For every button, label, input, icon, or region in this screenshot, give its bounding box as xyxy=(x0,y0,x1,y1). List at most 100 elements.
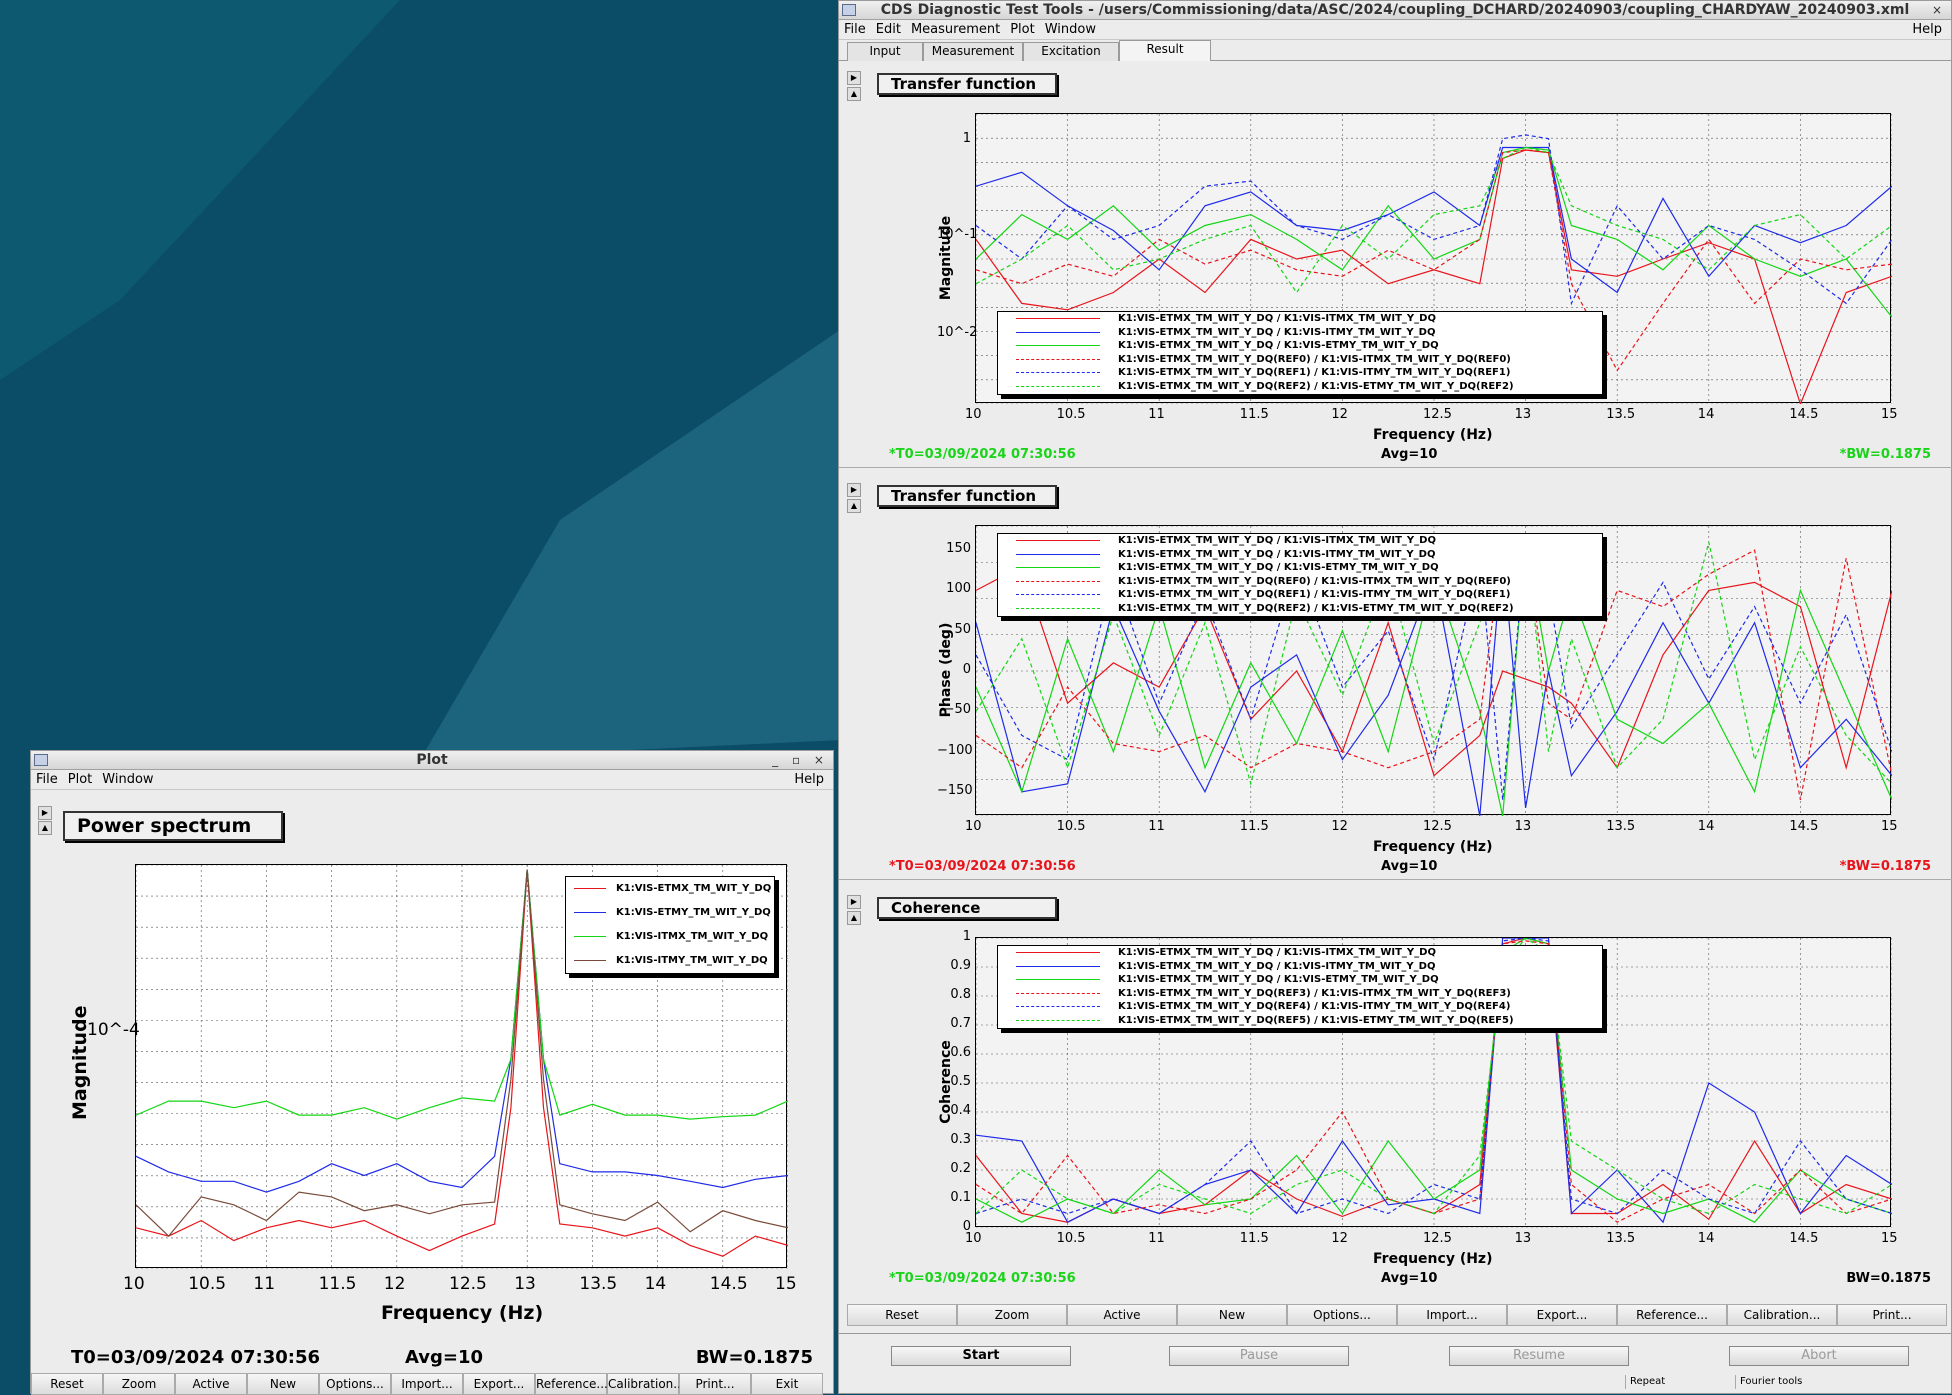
start-button[interactable]: Start xyxy=(891,1346,1071,1366)
tab-measurement[interactable]: Measurement xyxy=(923,42,1023,61)
main-button-bar: Reset Zoom Active New Options... Import.… xyxy=(847,1304,1947,1326)
legend-entry: K1:VIS-ETMX_TM_WIT_Y_DQ(REF1) / K1:VIS-I… xyxy=(998,588,1602,602)
info-avg: Avg=10 xyxy=(1381,859,1438,874)
export-button[interactable]: Export... xyxy=(1507,1304,1617,1326)
collapse-arrow-icon[interactable]: ▲ xyxy=(847,499,861,513)
y-tick-label: 1 xyxy=(962,131,971,147)
options-button[interactable]: Options... xyxy=(1287,1304,1397,1326)
collapse-arrow-icon[interactable]: ▲ xyxy=(847,87,861,101)
legend-entry: K1:VIS-ETMX_TM_WIT_Y_DQ / K1:VIS-ETMY_TM… xyxy=(998,973,1602,987)
x-tick-label: 11.5 xyxy=(318,1274,357,1294)
info-bw: BW=0.1875 xyxy=(1846,1271,1931,1286)
active-button[interactable]: Active xyxy=(1067,1304,1177,1326)
x-tick-label: 12.5 xyxy=(1423,407,1452,422)
x-tick-label: 15 xyxy=(1881,1231,1898,1246)
x-tick-label: 13.5 xyxy=(1606,819,1636,834)
legend-label: K1:VIS-ETMX_TM_WIT_Y_DQ(REF2) / K1:VIS-E… xyxy=(1118,602,1514,614)
y-axis-label: Magnitude xyxy=(938,215,954,301)
divider xyxy=(839,879,1952,880)
main-title-bar[interactable]: CDS Diagnostic Test Tools - /users/Commi… xyxy=(839,1,1951,20)
reset-button[interactable]: Reset xyxy=(31,1373,103,1395)
menu-file[interactable]: File xyxy=(839,20,871,40)
y-tick-label: 0 xyxy=(962,1219,971,1234)
diagnostic-test-tools-window: CDS Diagnostic Test Tools - /users/Commi… xyxy=(838,0,1952,1394)
x-tick-label: 11.5 xyxy=(1239,407,1269,422)
menu-window[interactable]: Window xyxy=(1040,20,1101,40)
menu-measurement[interactable]: Measurement xyxy=(906,20,1005,40)
menu-edit[interactable]: Edit xyxy=(871,20,906,40)
divider xyxy=(839,1333,1952,1334)
resume-button[interactable]: Resume xyxy=(1449,1346,1629,1366)
x-tick-label: 11 xyxy=(1148,1231,1165,1246)
x-tick-label: 11 xyxy=(253,1274,276,1294)
plot-title-bar[interactable]: Plot _ ▫ × xyxy=(31,751,833,770)
legend-label: K1:VIS-ETMX_TM_WIT_Y_DQ / K1:VIS-ITMX_TM… xyxy=(1118,947,1436,958)
chart-legend: K1:VIS-ETMX_TM_WIT_Y_DQ K1:VIS-ETMY_TM_WI… xyxy=(565,876,775,974)
expand-arrow-icon[interactable]: ▶ xyxy=(847,895,861,909)
chart-legend: K1:VIS-ETMX_TM_WIT_Y_DQ / K1:VIS-ITMX_TM… xyxy=(997,945,1603,1029)
legend-entry: K1:VIS-ETMX_TM_WIT_Y_DQ(REF0) / K1:VIS-I… xyxy=(998,575,1602,589)
x-tick-label: 10 xyxy=(965,407,982,422)
main-menubar: File Edit Measurement Plot Window Help xyxy=(839,20,1951,40)
legend-line-swatch xyxy=(1016,331,1100,333)
legend-entry: K1:VIS-ETMX_TM_WIT_Y_DQ / K1:VIS-ITMX_TM… xyxy=(998,946,1602,960)
print-button[interactable]: Print... xyxy=(679,1373,751,1395)
expand-arrow-icon[interactable]: ▶ xyxy=(847,483,861,497)
expand-arrow-icon[interactable]: ▶ xyxy=(847,71,861,85)
reference-button[interactable]: Reference... xyxy=(535,1373,608,1395)
calibration-button[interactable]: Calibration... xyxy=(607,1373,685,1395)
tab-excitation[interactable]: Excitation xyxy=(1023,42,1119,61)
y-tick-label: −100 xyxy=(937,742,973,758)
status-fourier-tools: Fourier tools xyxy=(1735,1375,1855,1389)
y-tick-label: 10^-2 xyxy=(937,325,978,341)
y-tick-label: 10^-4 xyxy=(87,1019,140,1040)
legend-label: K1:VIS-ETMX_TM_WIT_Y_DQ xyxy=(616,883,772,894)
import-button[interactable]: Import... xyxy=(1397,1304,1507,1326)
abort-button[interactable]: Abort xyxy=(1729,1346,1909,1366)
export-button[interactable]: Export... xyxy=(463,1373,535,1395)
import-button[interactable]: Import... xyxy=(391,1373,463,1395)
close-icon[interactable]: × xyxy=(1932,1,1947,19)
menu-window[interactable]: Window xyxy=(97,770,158,790)
options-button[interactable]: Options... xyxy=(319,1373,391,1395)
window-menu-icon[interactable] xyxy=(34,754,48,766)
x-axis-label: Frequency (Hz) xyxy=(1373,1251,1493,1267)
menu-plot[interactable]: Plot xyxy=(1005,20,1040,40)
x-tick-label: 14 xyxy=(1697,407,1715,422)
new-button[interactable]: New xyxy=(247,1373,319,1395)
legend-line-swatch xyxy=(1016,372,1100,373)
menu-file[interactable]: File xyxy=(31,770,63,790)
y-tick-label: 0.9 xyxy=(950,958,971,973)
zoom-button[interactable]: Zoom xyxy=(103,1373,175,1395)
legend-entry: K1:VIS-ETMX_TM_WIT_Y_DQ(REF5) / K1:VIS-E… xyxy=(998,1014,1602,1028)
window-controls-icon[interactable]: _ ▫ × xyxy=(772,751,829,769)
tab-result[interactable]: Result xyxy=(1119,40,1211,61)
legend-label: K1:VIS-ETMX_TM_WIT_Y_DQ / K1:VIS-ITMX_TM… xyxy=(1118,535,1436,546)
x-tick-label: 13.5 xyxy=(1606,1231,1636,1246)
collapse-arrow-icon[interactable]: ▲ xyxy=(38,821,52,835)
x-tick-label: 11 xyxy=(1148,819,1165,834)
exit-button[interactable]: Exit xyxy=(751,1373,823,1395)
panel-title: Power spectrum xyxy=(63,811,283,841)
info-bw: BW=0.1875 xyxy=(695,1347,813,1368)
expand-arrow-icon[interactable]: ▶ xyxy=(38,806,52,820)
menu-help[interactable]: Help xyxy=(789,770,829,790)
pause-button[interactable]: Pause xyxy=(1169,1346,1349,1366)
window-menu-icon[interactable] xyxy=(842,4,856,16)
menu-plot[interactable]: Plot xyxy=(63,770,98,790)
x-tick-label: 11.5 xyxy=(1239,1231,1269,1246)
x-tick-label: 10.5 xyxy=(1056,407,1086,422)
y-tick-label: 150 xyxy=(946,541,971,557)
print-button[interactable]: Print... xyxy=(1837,1304,1947,1326)
legend-entry: K1:VIS-ETMX_TM_WIT_Y_DQ(REF2) / K1:VIS-E… xyxy=(998,380,1602,394)
tab-input[interactable]: Input xyxy=(847,42,923,61)
new-button[interactable]: New xyxy=(1177,1304,1287,1326)
reset-button[interactable]: Reset xyxy=(847,1304,957,1326)
active-button[interactable]: Active xyxy=(175,1373,247,1395)
calibration-button[interactable]: Calibration... xyxy=(1727,1304,1837,1326)
zoom-button[interactable]: Zoom xyxy=(957,1304,1067,1326)
x-tick-label: 14 xyxy=(1697,819,1715,834)
menu-help[interactable]: Help xyxy=(1907,20,1947,40)
reference-button[interactable]: Reference... xyxy=(1617,1304,1727,1326)
collapse-arrow-icon[interactable]: ▲ xyxy=(847,911,861,925)
